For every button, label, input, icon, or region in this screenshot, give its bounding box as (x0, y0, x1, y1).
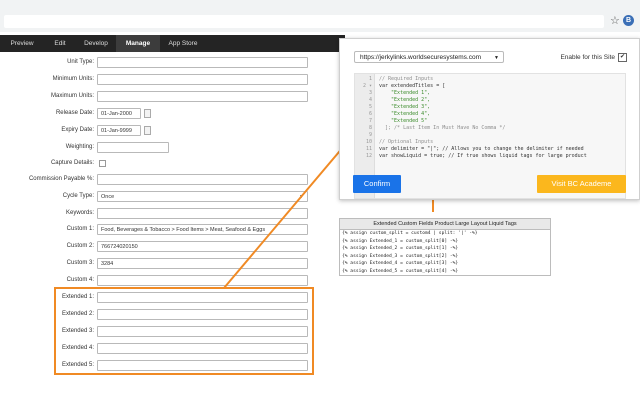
confirm-button[interactable]: Confirm (353, 175, 401, 193)
code-line: ]; /* Last Item In Must Have No Comma */ (379, 125, 506, 131)
code-line: "Extended 4", (379, 111, 431, 117)
site-select-value: https://jerkylinks.worldsecuresystems.co… (360, 54, 482, 61)
liquid-tag-line: {% assign Extended_5 = custom_split[4] -… (342, 268, 459, 274)
liquid-tag-line: {% assign Extended_2 = custom_split[1] -… (342, 246, 459, 251)
enable-site-toggle[interactable]: Enable for this Site ✔ (560, 53, 627, 62)
code-line: var extendedTitles = [ (379, 83, 446, 89)
code-line: "Extended 1", (379, 90, 431, 96)
line-number: 3 (368, 90, 372, 96)
line-number: 8 (368, 125, 372, 131)
enable-site-label: Enable for this Site (560, 54, 615, 62)
chevron-down-icon: ▼ (494, 55, 499, 61)
liquid-tag-line: {% assign Extended_3 = custom_split[2] -… (342, 253, 459, 259)
code-line: var delimiter = "|"; // Allows you to ch… (379, 146, 584, 152)
line-number: 10 (365, 139, 372, 145)
code-line: "Extended 3", (379, 104, 431, 110)
liquid-tag-line: {% assign custom_split = custom4 | split… (342, 231, 478, 236)
line-number: 11 (365, 146, 372, 152)
liquid-tag-line: {% assign Extended_1 = custom_split[0] -… (342, 238, 459, 244)
line-number: 7 (368, 118, 372, 124)
visit-bc-academe-button[interactable]: Visit BC Academe (537, 175, 626, 193)
line-number: 1 (368, 76, 372, 82)
liquid-tag-line: {% assign Extended_4 = custom_split[3] -… (342, 261, 459, 266)
line-number: 5 (368, 104, 372, 110)
line-number: 12 (365, 153, 372, 159)
code-line: "Extended 5" (379, 118, 428, 124)
line-number: 9 (368, 132, 372, 138)
line-number: 2 ▾ (362, 83, 372, 89)
site-select[interactable]: https://jerkylinks.worldsecuresystems.co… (354, 51, 504, 63)
line-number: 4 (368, 97, 372, 103)
liquid-tags-panel: Extended Custom Fields Product Large Lay… (339, 218, 551, 276)
code-line: "Extended 2", (379, 97, 431, 103)
code-line: // Required Inputs (379, 76, 434, 82)
enable-site-checkbox[interactable]: ✔ (618, 53, 627, 62)
code-line: // Optional Inputs (379, 139, 434, 145)
code-line: var showLiquid = true; // If true shows … (379, 153, 587, 159)
line-number: 6 (368, 111, 372, 117)
liquid-tags-title: Extended Custom Fields Product Large Lay… (340, 219, 550, 230)
extension-popup: https://jerkylinks.worldsecuresystems.co… (339, 38, 640, 200)
